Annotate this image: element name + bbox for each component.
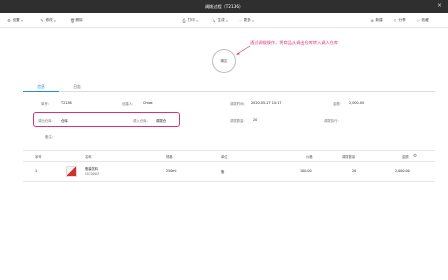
- more-label: 更多: [243, 18, 251, 22]
- from-warehouse-value: 仓库: [61, 119, 68, 123]
- remark-label: 备注:: [45, 135, 53, 139]
- gear-icon: ⚙: [7, 18, 11, 23]
- table-header-divider: [23, 161, 435, 162]
- share-icon: ⇪: [393, 18, 397, 23]
- col-unit: 单位: [221, 155, 228, 159]
- generate-icon: ↳: [212, 18, 216, 23]
- row-spec: 250ml: [166, 169, 177, 173]
- execution-label: 调拨执行:: [324, 119, 339, 123]
- doc-no-label: 单号:: [41, 102, 49, 106]
- chevron-down-icon: ▾: [196, 18, 198, 23]
- chevron-down-icon: ▾: [54, 18, 56, 23]
- workflow-confirm-button[interactable]: 确定: [212, 49, 236, 73]
- from-warehouse-label: 调出仓库:: [38, 119, 53, 123]
- time-label: 调拨时间:: [230, 102, 245, 106]
- share-label: 分享: [398, 18, 406, 22]
- to-warehouse-label: 调入仓库:: [133, 119, 148, 123]
- quantity-value: 20: [253, 118, 258, 122]
- chevron-down-icon: ▾: [21, 18, 23, 23]
- row-unit: 瓶: [221, 170, 225, 174]
- col-no: 序号: [35, 155, 42, 159]
- delete-label: 删除: [75, 18, 83, 22]
- product-thumbnail: [66, 166, 77, 177]
- doc-no-value: T2136: [61, 101, 72, 105]
- col-price: 价格: [306, 155, 313, 159]
- generate-button[interactable]: ↳ 生成 ▾: [212, 13, 228, 28]
- column-settings-icon[interactable]: ⚙: [413, 154, 417, 159]
- share-button[interactable]: ⇪ 分享: [393, 13, 406, 28]
- printer-icon: ⎙: [182, 18, 186, 23]
- star-icon: ☆: [416, 18, 420, 23]
- settings-label: 设置: [12, 18, 20, 22]
- col-name: 名称: [85, 155, 92, 159]
- to-warehouse-value: 调拨仓: [156, 119, 167, 123]
- favorite-button[interactable]: ☆ 收藏: [416, 13, 429, 28]
- more-icon: ⋯: [238, 18, 242, 23]
- pencil-icon: ✎: [40, 18, 44, 23]
- chevron-down-icon: ▾: [252, 18, 254, 23]
- quantity-label: 调拨数量:: [230, 119, 245, 123]
- table-bottom-divider: [23, 181, 435, 182]
- new-label: 新建: [375, 18, 383, 22]
- creator-label: 创建人:: [122, 102, 134, 106]
- col-spec: 规格: [166, 155, 173, 159]
- col-qty: 调拨数量: [342, 155, 356, 159]
- new-button[interactable]: ⊕ 新建: [370, 13, 383, 28]
- amount-label: 金额:: [333, 102, 341, 106]
- tab-bar: 信息 日志: [23, 83, 435, 92]
- window-titlebar: 调拨过程（T2136） ×: [0, 0, 448, 13]
- settings-button[interactable]: ⚙ 设置 ▾: [7, 13, 23, 28]
- row-no: 1: [35, 169, 38, 173]
- row-amount: 2,000.00: [395, 169, 410, 173]
- creator-value: Chloe: [143, 101, 153, 105]
- workflow-confirm-label: 确定: [220, 58, 228, 63]
- trash-icon: 🗑: [70, 18, 76, 23]
- tab-info[interactable]: 信息: [23, 83, 59, 92]
- chevron-down-icon: ▾: [226, 18, 228, 23]
- row-name: 瓶装饮料: [85, 167, 99, 171]
- print-button[interactable]: ⎙ 打印 ▾: [182, 13, 198, 28]
- print-label: 打印: [187, 18, 195, 22]
- time-value: 2020-05-27 10:17: [251, 101, 282, 105]
- tab-info-label: 信息: [37, 84, 45, 89]
- row-price: 100.00: [300, 169, 312, 173]
- row-qty: 20: [352, 169, 357, 173]
- window-title: 调拨过程（T2136）: [204, 3, 244, 9]
- plus-icon: ⊕: [370, 18, 374, 23]
- edit-label: 修改: [45, 18, 53, 22]
- edit-button[interactable]: ✎ 修改 ▾: [40, 13, 56, 28]
- tab-log-label: 日志: [73, 84, 81, 89]
- tab-log[interactable]: 日志: [59, 83, 95, 92]
- amount-value: 2,000.00: [349, 101, 365, 105]
- more-button[interactable]: ⋯ 更多 ▾: [238, 13, 254, 28]
- close-icon[interactable]: ×: [437, 3, 442, 9]
- favorite-label: 收藏: [421, 18, 429, 22]
- delete-button[interactable]: 🗑 删除: [70, 13, 83, 28]
- toolbar: ⚙ 设置 ▾ ✎ 修改 ▾ 🗑 删除 ⎙ 打印 ▾ ↳ 生成 ▾ ⋯ 更多 ▾ …: [0, 13, 448, 28]
- annotation-text: 通过调拨操作，将商品从调出仓库转入调入仓库: [250, 40, 338, 45]
- row-code: CIC0003: [85, 172, 99, 176]
- annotation-arrow-icon: [236, 45, 251, 55]
- generate-label: 生成: [217, 18, 225, 22]
- col-amount: 金额: [402, 155, 409, 159]
- table-top-divider: [23, 150, 435, 151]
